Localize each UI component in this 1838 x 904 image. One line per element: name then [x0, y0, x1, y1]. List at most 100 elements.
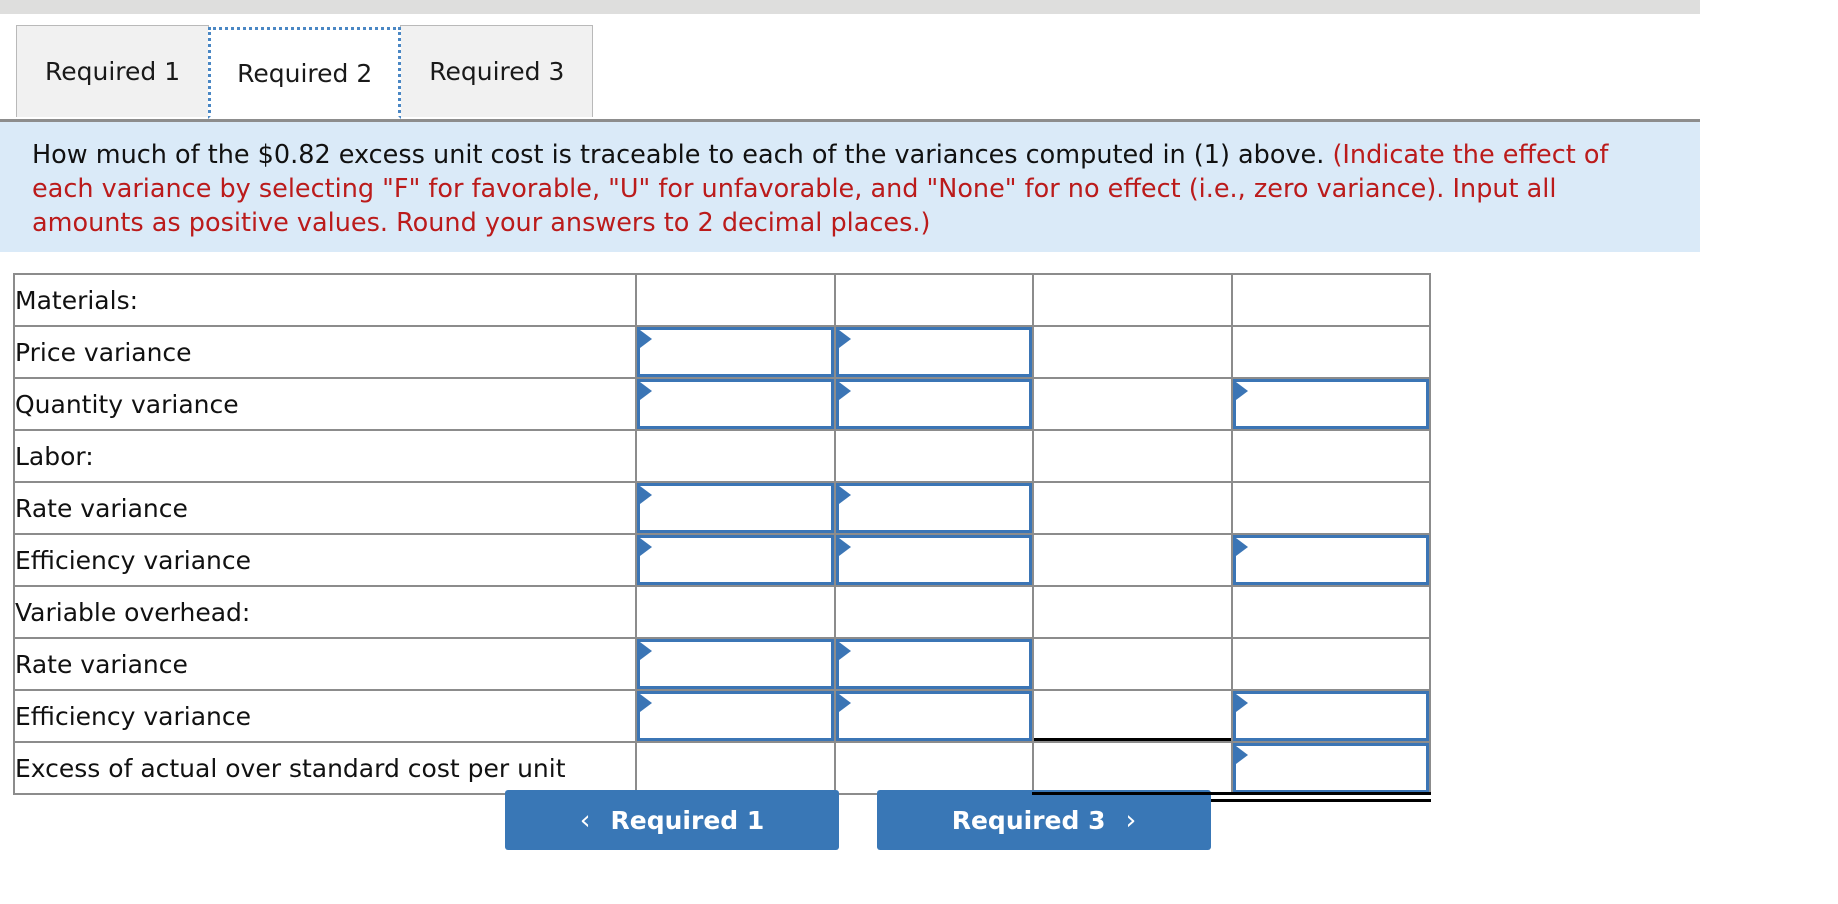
table-cell-c4: [1231, 585, 1431, 639]
answer-input-c1[interactable]: [637, 639, 834, 689]
table-row: Excess of actual over standard cost per …: [13, 741, 1432, 803]
tab-label: Required 1: [45, 57, 181, 86]
answer-input-c1[interactable]: [637, 327, 834, 377]
next-required-button[interactable]: Required 3 ›: [877, 790, 1211, 850]
table-row: Rate variance: [13, 481, 1431, 535]
table-cell-c2[interactable]: [834, 637, 1034, 691]
table-cell-c3: [1032, 481, 1233, 535]
answer-input-c1[interactable]: [637, 535, 834, 585]
table-row: Variable overhead:: [13, 585, 1431, 639]
answer-value: [1236, 746, 1426, 756]
table-cell-c1: [635, 741, 836, 795]
variance-table-body: Materials: Price variance Quantity varianc…: [13, 273, 1432, 803]
tab-required-1[interactable]: Required 1: [16, 25, 210, 117]
answer-input-c2[interactable]: [836, 639, 1032, 689]
answer-value: [640, 642, 831, 652]
instruction-question: How much of the $0.82 excess unit cost i…: [32, 140, 1325, 170]
answer-input-c4[interactable]: [1233, 379, 1429, 429]
tab-list: Required 1 Required 2 Required 3: [16, 25, 594, 119]
table-cell-c4[interactable]: [1231, 533, 1431, 587]
table-cell-c4[interactable]: [1231, 741, 1432, 803]
table-row: Quantity variance: [13, 377, 1431, 431]
table-cell-c4[interactable]: [1231, 377, 1431, 431]
answer-value: [1236, 538, 1426, 548]
answer-value: [839, 330, 1029, 340]
answer-value: [640, 382, 831, 392]
tab-label: Required 3: [429, 57, 565, 86]
row-label: Variable overhead:: [13, 585, 637, 639]
answer-value: [839, 486, 1029, 496]
answer-value: [1236, 382, 1426, 392]
table-cell-c3: [1032, 689, 1233, 743]
next-required-label: Required 3: [951, 805, 1106, 835]
answer-input-c2[interactable]: [836, 483, 1032, 533]
instruction-panel: How much of the $0.82 excess unit cost i…: [0, 122, 1700, 252]
row-label: Quantity variance: [13, 377, 637, 431]
table-cell-c2[interactable]: [834, 689, 1034, 743]
table-row: Efficiency variance: [13, 533, 1431, 587]
table-cell-c3: [1032, 585, 1233, 639]
table-cell-c1[interactable]: [635, 637, 836, 691]
prev-required-button[interactable]: ‹ Required 1: [505, 790, 839, 850]
tab-bar: Required 1 Required 2 Required 3: [0, 14, 1700, 122]
table-cell-c2[interactable]: [834, 533, 1034, 587]
table-cell-c3: [1032, 637, 1233, 691]
table-cell-c4: [1231, 273, 1431, 327]
table-cell-c4: [1231, 325, 1431, 379]
answer-value: [640, 330, 831, 340]
row-label: Efficiency variance: [13, 689, 637, 743]
table-cell-c2[interactable]: [834, 481, 1034, 535]
tab-required-2[interactable]: Required 2: [208, 27, 402, 119]
answer-input-c4[interactable]: [1233, 535, 1429, 585]
table-cell-c1[interactable]: [635, 377, 836, 431]
answer-input-c4[interactable]: [1233, 691, 1429, 741]
table-cell-c2: [834, 273, 1034, 327]
answer-input-c4[interactable]: [1233, 743, 1429, 793]
chevron-left-icon: ‹: [579, 804, 591, 836]
table-cell-c3: [1032, 325, 1233, 379]
row-label: Rate variance: [13, 481, 637, 535]
table-cell-c4[interactable]: [1231, 689, 1431, 743]
tab-label: Required 2: [237, 58, 373, 88]
answer-value: [640, 694, 831, 704]
table-cell-c1[interactable]: [635, 533, 836, 587]
table-cell-c4: [1231, 637, 1431, 691]
answer-input-c2[interactable]: [836, 379, 1032, 429]
table-cell-c2[interactable]: [834, 377, 1034, 431]
answer-value: [839, 694, 1029, 704]
table-cell-c1: [635, 429, 836, 483]
answer-value: [1236, 694, 1426, 704]
table-cell-c2: [834, 429, 1034, 483]
requirement-navigation: ‹ Required 1 Required 3 ›: [0, 790, 1838, 850]
chevron-right-icon: ›: [1125, 804, 1137, 836]
answer-value: [640, 538, 831, 548]
table-row: Efficiency variance: [13, 689, 1431, 743]
table-cell-c1: [635, 585, 836, 639]
instruction-text: How much of the $0.82 excess unit cost i…: [32, 138, 1670, 240]
tab-required-3[interactable]: Required 3: [400, 25, 594, 117]
table-cell-c4: [1231, 481, 1431, 535]
answer-input-c2[interactable]: [836, 535, 1032, 585]
answer-input-c1[interactable]: [637, 691, 834, 741]
table-cell-c3: [1032, 429, 1233, 483]
row-label: Efficiency variance: [13, 533, 637, 587]
row-label: Price variance: [13, 325, 637, 379]
answer-value: [839, 382, 1029, 392]
row-label: Rate variance: [13, 637, 637, 691]
table-cell-c1[interactable]: [635, 481, 836, 535]
table-cell-c1[interactable]: [635, 325, 836, 379]
table-cell-c3: [1032, 533, 1233, 587]
answer-input-c1[interactable]: [637, 379, 834, 429]
answer-value: [839, 642, 1029, 652]
answer-value: [640, 486, 831, 496]
answer-input-c2[interactable]: [836, 691, 1032, 741]
table-row: Price variance: [13, 325, 1431, 379]
answer-input-c2[interactable]: [836, 327, 1032, 377]
variance-answer-table: Materials: Price variance Quantity varianc…: [13, 273, 1432, 803]
table-cell-c1[interactable]: [635, 689, 836, 743]
table-row: Materials:: [13, 273, 1431, 327]
table-cell-c2[interactable]: [834, 325, 1034, 379]
row-label: Materials:: [13, 273, 637, 327]
answer-input-c1[interactable]: [637, 483, 834, 533]
row-label: Labor:: [13, 429, 637, 483]
